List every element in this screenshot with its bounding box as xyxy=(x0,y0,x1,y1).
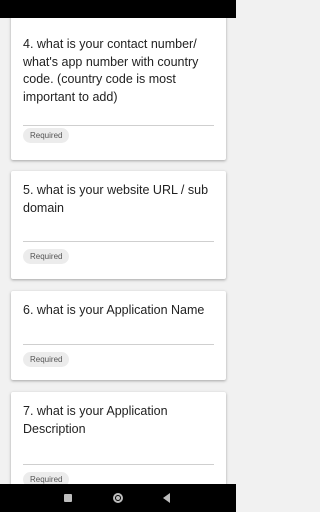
question-title: 6. what is your Application Name xyxy=(23,303,205,317)
question-title: 7. what is your Application Description xyxy=(23,404,168,436)
question-card-5: 5. what is your website URL / sub domain… xyxy=(11,171,226,279)
question-card-7: 7. what is your Application Description … xyxy=(11,392,226,484)
answer-input[interactable] xyxy=(23,344,214,345)
circle-icon xyxy=(113,493,123,503)
status-bar xyxy=(0,0,236,18)
required-badge: Required xyxy=(23,472,70,484)
required-badge: Required xyxy=(23,128,70,143)
answer-input[interactable] xyxy=(23,241,214,242)
question-card-6: 6. what is your Application Name Require… xyxy=(11,291,226,380)
recents-button[interactable] xyxy=(53,484,83,512)
answer-input[interactable] xyxy=(23,125,214,126)
home-button[interactable] xyxy=(103,484,133,512)
question-title: 4. what is your contact number/ what's a… xyxy=(23,37,199,104)
answer-input[interactable] xyxy=(23,464,214,465)
form-scroll-area[interactable]: 4. what is your contact number/ what's a… xyxy=(0,18,236,484)
back-icon xyxy=(162,493,170,503)
navigation-bar xyxy=(0,484,236,512)
question-title: 5. what is your website URL / sub domain xyxy=(23,183,209,215)
required-badge: Required xyxy=(23,352,70,367)
square-icon xyxy=(64,494,72,502)
question-card-4: 4. what is your contact number/ what's a… xyxy=(11,18,226,160)
back-button[interactable] xyxy=(151,484,181,512)
required-badge: Required xyxy=(23,249,70,264)
